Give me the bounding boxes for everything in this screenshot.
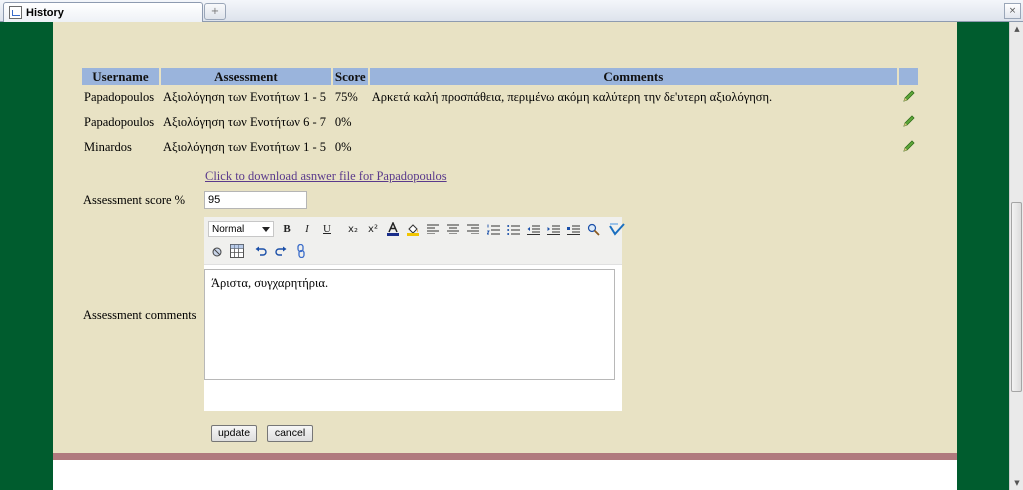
cell-comment: Αρκετά καλή προσπάθεια, περιμένω ακόμη κ… xyxy=(371,90,773,104)
insert-table-button[interactable] xyxy=(228,242,246,260)
pencil-icon[interactable] xyxy=(902,139,916,153)
format-select[interactable]: Normal xyxy=(208,221,274,237)
link-button[interactable] xyxy=(292,242,310,260)
history-table: Username Assessment Score Comments Papad… xyxy=(80,68,920,160)
find-button[interactable] xyxy=(584,220,602,238)
edit-row-button[interactable] xyxy=(899,110,918,135)
update-button[interactable]: update xyxy=(211,425,257,442)
pencil-icon[interactable] xyxy=(902,114,916,128)
outdent-button[interactable] xyxy=(524,220,542,238)
indent-button[interactable] xyxy=(544,220,562,238)
cell-assessment: Αξιολόγηση των Ενοτήτων 6 - 7 xyxy=(162,115,326,129)
table-row: Papadopoulos Αξιολόγηση των Ενοτήτων 6 -… xyxy=(82,110,918,135)
cell-username: Papadopoulos xyxy=(84,90,155,104)
header-username: Username xyxy=(82,68,159,85)
bullet-list-icon xyxy=(506,224,520,235)
bullet-list-button[interactable] xyxy=(504,220,522,238)
cancel-button[interactable]: cancel xyxy=(267,425,313,442)
cell-score: 0% xyxy=(334,115,352,129)
browser-tab-bar: History + × xyxy=(0,0,1023,22)
chevron-down-icon xyxy=(262,227,270,232)
toolbar-row xyxy=(208,242,312,260)
undo-icon xyxy=(255,246,267,256)
align-right-icon xyxy=(467,224,479,234)
assessment-comments-label: Assessment comments xyxy=(83,308,197,322)
italic-button[interactable]: I xyxy=(298,220,316,238)
tab-title: History xyxy=(26,6,64,19)
eraser-icon xyxy=(212,247,221,256)
header-edit xyxy=(899,68,918,85)
text-color-icon xyxy=(387,222,399,236)
highlight-icon xyxy=(407,224,419,236)
table-icon xyxy=(230,244,244,258)
cell-comment xyxy=(370,110,897,135)
comments-text: Άριστα, συγχαρητήρια. xyxy=(211,276,329,290)
cell-username: Minardos xyxy=(84,140,132,154)
page-content: Username Assessment Score Comments Papad… xyxy=(53,22,957,454)
header-score: Score xyxy=(332,68,368,85)
table-header-row: Username Assessment Score Comments xyxy=(82,68,918,85)
browser-tab-history[interactable]: History xyxy=(3,2,203,22)
header-comments: Comments xyxy=(369,68,898,85)
toolbar-row: Normal B I U x₂ x² xyxy=(208,220,628,238)
numbered-list-button[interactable] xyxy=(484,220,502,238)
magnifier-icon xyxy=(587,223,600,236)
remove-format-button[interactable] xyxy=(208,242,226,260)
scrollbar-thumb[interactable] xyxy=(1011,202,1022,392)
scroll-down-icon[interactable]: ▼ xyxy=(1010,476,1023,490)
undo-button[interactable] xyxy=(252,242,270,260)
format-select-value: Normal xyxy=(212,223,245,235)
cell-score: 75% xyxy=(334,90,358,104)
subscript-button[interactable]: x₂ xyxy=(344,220,362,238)
assessment-score-input[interactable] xyxy=(204,191,307,209)
align-right-button[interactable] xyxy=(464,220,482,238)
table-row: Papadopoulos Αξιολόγηση των Ενοτήτων 1 -… xyxy=(82,85,918,110)
assessment-score-label: Assessment score % xyxy=(83,193,186,207)
redo-icon xyxy=(275,246,287,256)
cell-username: Papadopoulos xyxy=(84,115,155,129)
numbered-list-icon xyxy=(486,224,500,234)
align-left-button[interactable] xyxy=(424,220,442,238)
pencil-icon[interactable] xyxy=(902,89,916,103)
footer-area xyxy=(53,460,957,490)
rich-text-editor: Normal B I U x₂ x² Άριστα, συγχαρητήρια. xyxy=(204,217,625,411)
table-row: Minardos Αξιολόγηση των Ενοτήτων 1 - 5 0… xyxy=(82,135,918,160)
bold-button[interactable]: B xyxy=(278,220,296,238)
new-tab-button[interactable]: + xyxy=(204,3,226,20)
redo-button[interactable] xyxy=(272,242,290,260)
cell-assessment: Αξιολόγηση των Ενοτήτων 1 - 5 xyxy=(162,140,326,154)
footer-band xyxy=(53,453,957,460)
text-color-button[interactable] xyxy=(384,220,402,238)
indent-icon xyxy=(546,225,560,235)
cell-score: 0% xyxy=(334,140,352,154)
align-left-icon xyxy=(427,224,439,234)
link-icon xyxy=(297,244,305,258)
underline-button[interactable]: U xyxy=(318,220,336,238)
spellcheck-button[interactable] xyxy=(608,220,626,238)
indent-more-button[interactable] xyxy=(564,220,582,238)
cell-comment xyxy=(370,135,897,160)
header-assessment: Assessment xyxy=(160,68,331,85)
cell-assessment: Αξιολόγηση των Ενοτήτων 1 - 5 xyxy=(162,90,326,104)
page-icon xyxy=(9,6,22,19)
superscript-button[interactable]: x² xyxy=(364,220,382,238)
blockquote-icon xyxy=(566,225,580,235)
close-window-button[interactable]: × xyxy=(1004,3,1021,19)
edit-row-button[interactable] xyxy=(899,85,918,110)
background-color-button[interactable] xyxy=(404,220,422,238)
comments-edit-area[interactable]: Άριστα, συγχαρητήρια. xyxy=(204,269,615,380)
download-answer-link[interactable]: Click to download asnwer file for Papado… xyxy=(205,169,447,184)
align-center-icon xyxy=(447,224,459,234)
scroll-up-icon[interactable]: ▲ xyxy=(1010,22,1023,36)
editor-toolbar: Normal B I U x₂ x² xyxy=(204,217,625,265)
vertical-scrollbar[interactable]: ▲ ▼ xyxy=(1009,22,1023,490)
spellcheck-icon xyxy=(609,223,625,236)
outdent-icon xyxy=(526,225,540,235)
align-center-button[interactable] xyxy=(444,220,462,238)
edit-row-button[interactable] xyxy=(899,135,918,160)
